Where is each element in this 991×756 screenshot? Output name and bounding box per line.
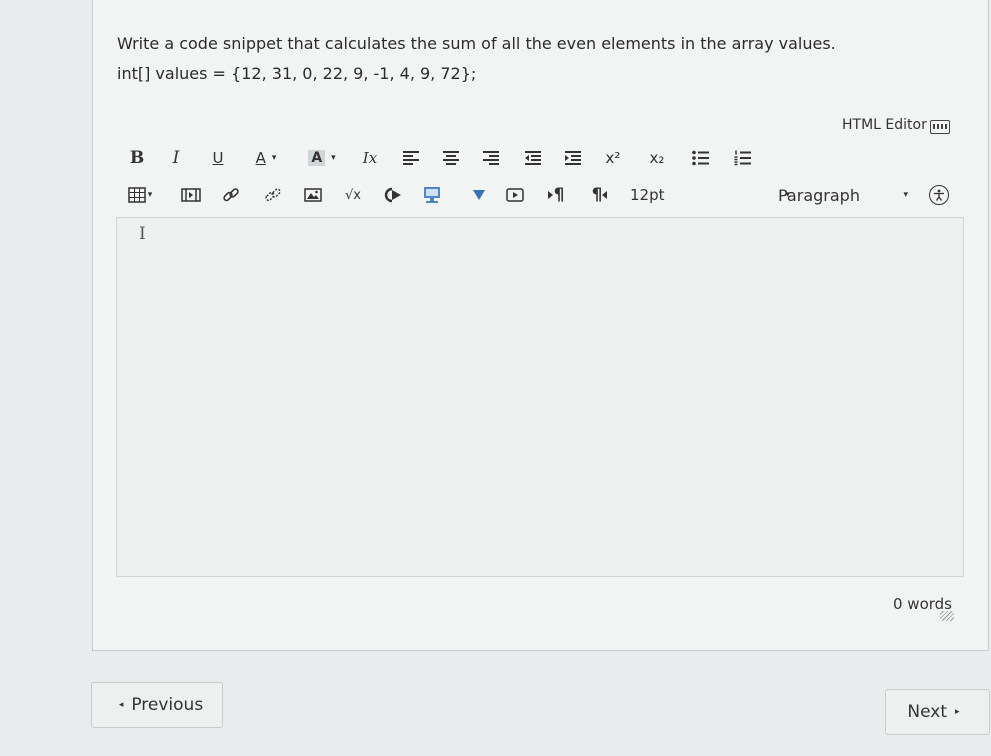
insert-link-button[interactable] — [220, 182, 242, 208]
bullet-list-icon — [692, 150, 709, 166]
ltr-button[interactable]: ¶ — [544, 182, 568, 208]
align-left-icon — [403, 151, 419, 165]
align-right-button[interactable] — [480, 145, 502, 171]
insert-math-button[interactable]: √x — [340, 182, 366, 208]
superscript-icon: x² — [605, 149, 621, 167]
bold-button[interactable]: B — [128, 145, 146, 171]
math-icon: √x — [345, 187, 361, 203]
align-left-button[interactable] — [400, 145, 422, 171]
outdent-icon — [525, 151, 541, 165]
link-icon — [223, 188, 239, 202]
video-icon — [506, 188, 524, 202]
chevron-down-icon: ▾ — [147, 190, 153, 200]
html-editor-label: HTML Editor — [842, 117, 927, 133]
text-cursor-icon: I — [139, 224, 146, 244]
clear-formatting-icon: Ix — [362, 149, 378, 167]
rtl-icon: ¶ — [591, 185, 603, 205]
font-size-select[interactable]: 12pt ▾ — [630, 182, 790, 208]
block-format-select[interactable]: Paragraph ▾ — [778, 182, 908, 208]
video-button[interactable] — [504, 182, 526, 208]
image-icon — [304, 188, 322, 202]
chevron-down-icon: ▾ — [331, 153, 336, 163]
apps-button[interactable] — [420, 182, 444, 208]
accessibility-icon — [929, 185, 949, 205]
underline-button[interactable]: U — [210, 145, 226, 171]
previous-label: Previous — [131, 695, 204, 715]
table-button[interactable]: ▾ — [124, 182, 156, 208]
align-center-icon — [443, 151, 459, 165]
next-label: Next — [907, 702, 948, 722]
italic-button[interactable]: I — [168, 145, 184, 171]
numbered-list-icon — [734, 150, 751, 166]
clear-formatting-button[interactable]: Ix — [358, 145, 382, 171]
embed-button[interactable] — [382, 182, 404, 208]
background-color-icon: A — [308, 150, 326, 166]
unlink-icon — [265, 188, 281, 202]
apps-icon — [424, 187, 440, 203]
resize-handle[interactable] — [940, 611, 954, 621]
subscript-button[interactable]: x₂ — [646, 145, 668, 171]
ltr-icon: ¶ — [553, 185, 565, 205]
keyboard-icon — [929, 120, 950, 134]
chevron-down-icon: ▾ — [903, 190, 908, 200]
html-editor-link[interactable]: HTML Editor — [842, 117, 950, 134]
unlink-button[interactable] — [262, 182, 284, 208]
rtl-button[interactable]: ¶ — [588, 182, 612, 208]
font-size-value: 12pt — [630, 186, 665, 204]
question-code: int[] values = {12, 31, 0, 22, 9, -1, 4,… — [117, 64, 477, 83]
subscript-icon: x₂ — [649, 149, 665, 167]
insert-media-button[interactable] — [180, 182, 202, 208]
outdent-button[interactable] — [522, 145, 544, 171]
media-icon — [181, 188, 201, 202]
block-format-value: Paragraph — [778, 185, 860, 205]
chevron-left-icon: ◂ — [118, 700, 124, 710]
chevron-right-icon: ▸ — [955, 707, 960, 717]
embed-icon — [384, 187, 401, 203]
next-button[interactable]: Next ▸ — [885, 689, 990, 735]
numbered-list-button[interactable] — [732, 145, 754, 171]
rtl-arrow-icon — [602, 191, 608, 199]
vimeo-icon — [473, 190, 485, 200]
font-color-icon: A — [255, 149, 266, 167]
question-text: Write a code snippet that calculates the… — [117, 34, 836, 53]
bullet-list-button[interactable] — [690, 145, 712, 171]
vimeo-button[interactable] — [468, 182, 490, 208]
indent-icon — [565, 151, 581, 165]
superscript-button[interactable]: x² — [602, 145, 624, 171]
accessibility-checker-button[interactable] — [926, 182, 952, 208]
indent-button[interactable] — [562, 145, 584, 171]
font-color-button[interactable]: A ▾ — [246, 145, 286, 171]
align-center-button[interactable] — [440, 145, 462, 171]
rich-text-editor-area[interactable]: I — [116, 217, 964, 577]
insert-image-button[interactable] — [302, 182, 324, 208]
table-icon — [127, 187, 146, 203]
align-right-icon — [483, 151, 499, 165]
chevron-down-icon: ▾ — [271, 153, 277, 163]
background-color-button[interactable]: A ▾ — [300, 145, 344, 171]
previous-button[interactable]: ◂ Previous — [91, 682, 223, 728]
